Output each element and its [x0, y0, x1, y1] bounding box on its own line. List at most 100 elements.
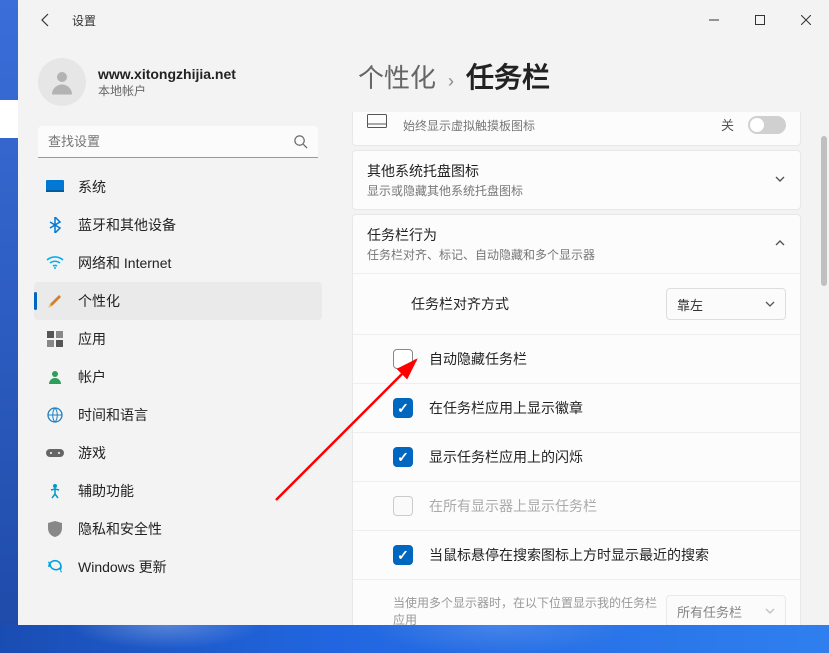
sidebar: www.xitongzhijia.net 本地帐户 系统 蓝牙和其他设备 网络和…: [28, 52, 328, 586]
minimize-button[interactable]: [691, 4, 737, 36]
panel-head[interactable]: 始终显示虚拟触摸板图标 关: [353, 112, 800, 145]
desktop-partial-icon: [0, 100, 18, 138]
back-button[interactable]: [30, 4, 62, 36]
row-all-displays: 在所有显示器上显示任务栏: [353, 481, 800, 530]
wifi-icon: [46, 254, 64, 272]
select-value: 所有任务栏: [677, 602, 742, 621]
desktop-left-edge: [0, 0, 18, 653]
row-auto-hide[interactable]: 自动隐藏任务栏: [353, 334, 800, 383]
nav-label: 网络和 Internet: [78, 253, 171, 273]
sidebar-item-apps[interactable]: 应用: [34, 320, 322, 358]
checkbox-auto-hide[interactable]: [393, 349, 413, 369]
avatar: [38, 58, 86, 106]
row-search-hover[interactable]: 当鼠标悬停在搜索图标上方时显示最近的搜索: [353, 530, 800, 579]
search-wrap: [38, 126, 318, 158]
brush-icon: [46, 292, 64, 310]
row-label: 显示任务栏应用上的闪烁: [429, 447, 786, 467]
game-icon: [46, 444, 64, 462]
nav-label: 帐户: [78, 367, 106, 387]
globe-icon: [46, 406, 64, 424]
row-alignment: 任务栏对齐方式 靠左: [353, 273, 800, 334]
sidebar-item-bluetooth[interactable]: 蓝牙和其他设备: [34, 206, 322, 244]
shield-icon: [46, 520, 64, 538]
monitor-icon: [46, 178, 64, 196]
panel-tray-icons: 其他系统托盘图标 显示或隐藏其他系统托盘图标: [352, 150, 801, 210]
panel-subtitle: 始终显示虚拟触摸板图标: [403, 117, 721, 134]
panel-title: 其他系统托盘图标: [367, 161, 774, 181]
sidebar-item-privacy[interactable]: 隐私和安全性: [34, 510, 322, 548]
sidebar-item-accounts[interactable]: 帐户: [34, 358, 322, 396]
account-type: 本地帐户: [98, 82, 236, 99]
nav-label: 蓝牙和其他设备: [78, 215, 176, 235]
checkbox-all-displays: [393, 496, 413, 516]
maximize-button[interactable]: [737, 4, 783, 36]
nav-label: 应用: [78, 329, 106, 349]
sidebar-item-personalization[interactable]: 个性化: [34, 282, 322, 320]
row-label: 在任务栏应用上显示徽章: [429, 398, 786, 418]
bluetooth-icon: [46, 216, 64, 234]
nav-label: 隐私和安全性: [78, 519, 162, 539]
page-title: 任务栏: [466, 56, 550, 96]
window-controls: [691, 4, 829, 36]
panel-subtitle: 任务栏对齐、标记、自动隐藏和多个显示器: [367, 246, 774, 263]
row-label: 当鼠标悬停在搜索图标上方时显示最近的搜索: [429, 545, 786, 565]
row-label: 任务栏对齐方式: [411, 294, 666, 314]
panel-taskbar-behavior: 任务栏行为 任务栏对齐、标记、自动隐藏和多个显示器 任务栏对齐方式 靠左 自动隐…: [352, 214, 801, 625]
update-icon: [46, 558, 64, 576]
panel-subtitle: 显示或隐藏其他系统托盘图标: [367, 182, 774, 199]
sidebar-item-gaming[interactable]: 游戏: [34, 434, 322, 472]
nav-label: 游戏: [78, 443, 106, 463]
row-label: 在所有显示器上显示任务栏: [429, 496, 786, 516]
toggle-switch[interactable]: [748, 116, 786, 134]
apps-icon: [46, 330, 64, 348]
nav-label: 个性化: [78, 291, 120, 311]
breadcrumb-parent[interactable]: 个性化: [358, 58, 436, 95]
nav-list: 系统 蓝牙和其他设备 网络和 Internet 个性化 应用 帐户 时间和语言 …: [28, 168, 328, 586]
scrollbar-thumb[interactable]: [821, 136, 827, 286]
checkbox-flash[interactable]: [393, 447, 413, 467]
access-icon: [46, 482, 64, 500]
row-badges[interactable]: 在任务栏应用上显示徽章: [353, 383, 800, 432]
sidebar-item-windows-update[interactable]: Windows 更新: [34, 548, 322, 586]
panel-title: 任务栏行为: [367, 225, 774, 245]
panel-virtual-touchpad: 始终显示虚拟触摸板图标 关: [352, 112, 801, 146]
alignment-select[interactable]: 靠左: [666, 288, 786, 320]
chevron-up-icon: [774, 237, 786, 252]
sidebar-item-network[interactable]: 网络和 Internet: [34, 244, 322, 282]
close-button[interactable]: [783, 4, 829, 36]
titlebar: 设置: [18, 0, 829, 40]
row-label: 自动隐藏任务栏: [429, 349, 786, 369]
nav-label: Windows 更新: [78, 557, 167, 577]
panel-head[interactable]: 任务栏行为 任务栏对齐、标记、自动隐藏和多个显示器: [353, 215, 800, 273]
sidebar-item-accessibility[interactable]: 辅助功能: [34, 472, 322, 510]
checkbox-badges[interactable]: [393, 398, 413, 418]
chevron-right-icon: ›: [448, 71, 454, 92]
panel-head[interactable]: 其他系统托盘图标 显示或隐藏其他系统托盘图标: [353, 151, 800, 209]
select-value: 靠左: [677, 295, 703, 314]
account-name: www.xitongzhijia.net: [98, 66, 236, 82]
nav-label: 时间和语言: [78, 405, 148, 425]
account-block[interactable]: www.xitongzhijia.net 本地帐户: [28, 52, 328, 122]
desktop-taskbar-strip: [0, 625, 829, 653]
search-input[interactable]: [38, 126, 318, 158]
chevron-down-icon: [765, 299, 775, 309]
person-icon: [46, 368, 64, 386]
row-flash[interactable]: 显示任务栏应用上的闪烁: [353, 432, 800, 481]
chevron-down-icon: [765, 606, 775, 616]
sidebar-item-time-language[interactable]: 时间和语言: [34, 396, 322, 434]
row-multi-display: 当使用多个显示器时，在以下位置显示我的任务栏应用 所有任务栏: [353, 579, 800, 625]
sidebar-item-system[interactable]: 系统: [34, 168, 322, 206]
main-content: 个性化 › 任务栏 始终显示虚拟触摸板图标 关 其他系统托盘图标 显示或隐藏其他…: [338, 46, 829, 625]
settings-window: 设置 www.xitongzhijia.net 本地帐户 系统 蓝牙和其他: [18, 0, 829, 625]
checkbox-search-hover[interactable]: [393, 545, 413, 565]
search-icon: [293, 134, 308, 154]
nav-label: 系统: [78, 177, 106, 197]
multi-display-select: 所有任务栏: [666, 595, 786, 625]
row-label: 当使用多个显示器时，在以下位置显示我的任务栏应用: [393, 594, 666, 625]
toggle-state-label: 关: [721, 115, 734, 134]
window-title: 设置: [72, 12, 96, 29]
touchpad-icon: [367, 114, 389, 135]
breadcrumb: 个性化 › 任务栏: [338, 46, 815, 112]
chevron-down-icon: [774, 173, 786, 188]
nav-label: 辅助功能: [78, 481, 134, 501]
